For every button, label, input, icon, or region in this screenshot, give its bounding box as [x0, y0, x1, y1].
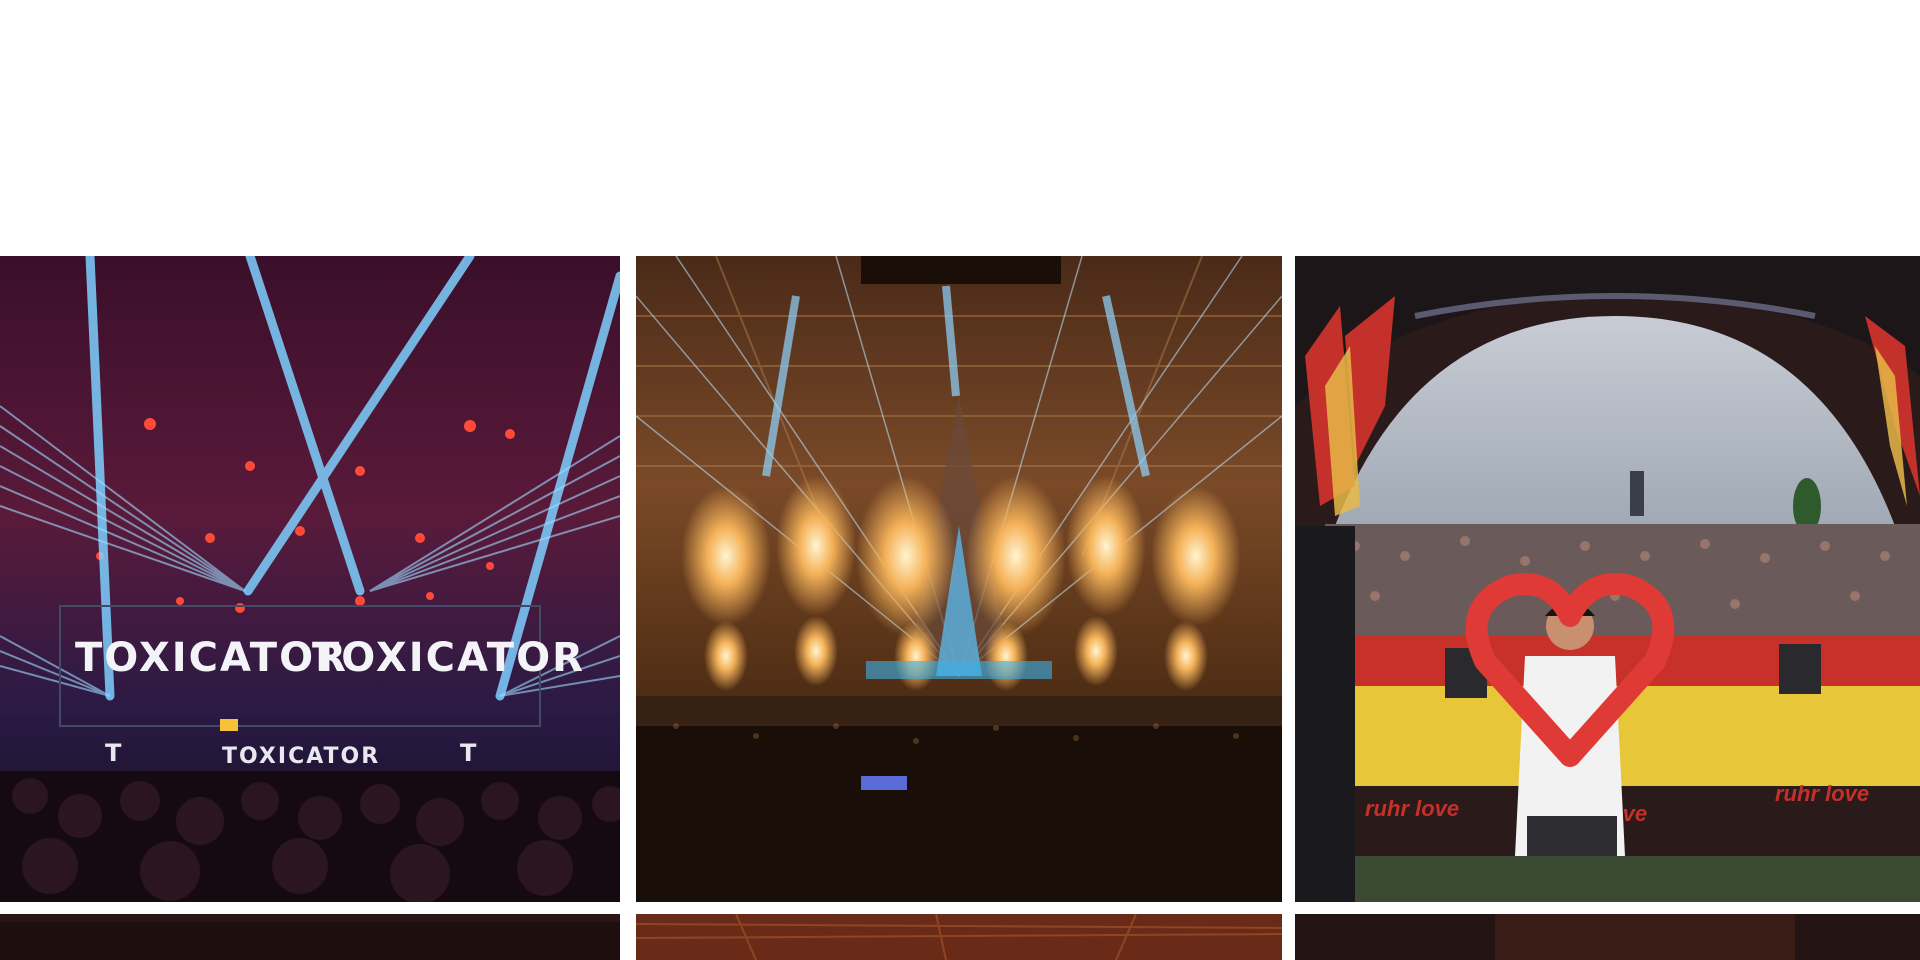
banner-text-3: ruhr love: [1775, 781, 1869, 806]
toxicator-logo-small: TOXICATOR: [222, 744, 380, 769]
festival-heart-photo: ruhr love ruhr love ruhr love: [1295, 256, 1920, 902]
gallery-tile-row2-left[interactable]: [0, 914, 620, 960]
svg-text:T: T: [105, 739, 123, 767]
svg-text:T: T: [460, 739, 478, 767]
gallery-tile-pyro-hall[interactable]: [636, 256, 1282, 902]
partial-photo: [0, 914, 620, 960]
gallery-tile-ruhr-love[interactable]: ruhr love ruhr love ruhr love: [1295, 256, 1920, 902]
partial-photo: [1295, 914, 1920, 960]
gallery-tile-toxicator[interactable]: TOXICATOR TOXICATOR TOXICATOR T T: [0, 256, 620, 902]
gallery-tile-row2-right[interactable]: [1295, 914, 1920, 960]
partial-photo: [636, 914, 1282, 960]
pyro-stage-photo: [636, 256, 1282, 902]
toxicator-logo-right: TOXICATOR: [312, 635, 585, 681]
blank-header-area: [0, 0, 1920, 255]
laser-show-photo: TOXICATOR TOXICATOR TOXICATOR T T: [0, 256, 620, 902]
gallery-page: TOXICATOR TOXICATOR TOXICATOR T T ruhr l…: [0, 0, 1920, 960]
gallery-tile-row2-middle[interactable]: [636, 914, 1282, 960]
banner-text-1: ruhr love: [1365, 796, 1459, 821]
toxicator-logo-left: TOXICATOR: [75, 635, 348, 681]
